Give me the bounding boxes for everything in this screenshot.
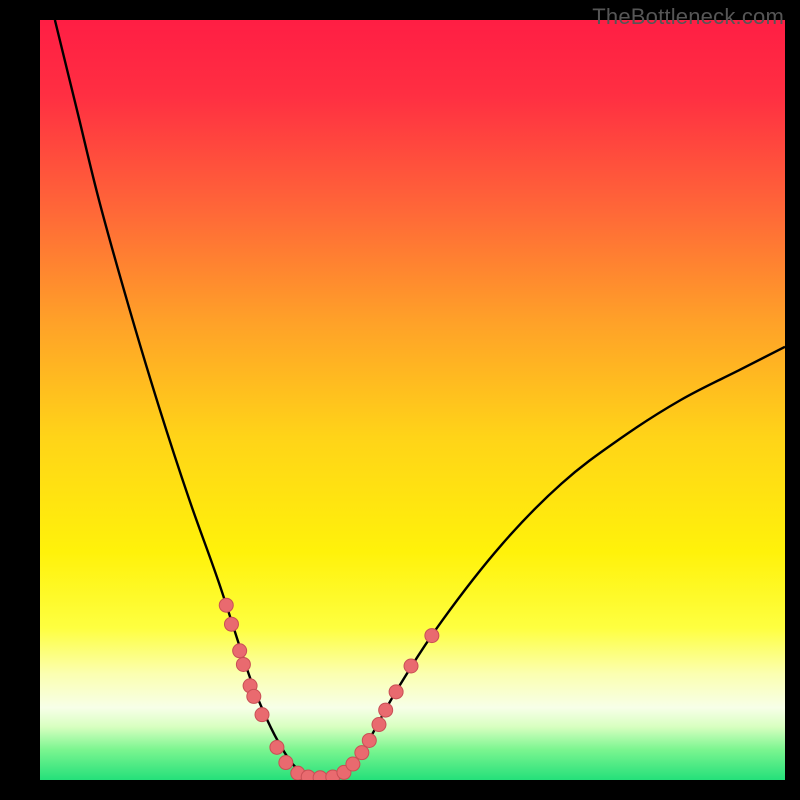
- data-marker: [425, 629, 439, 643]
- data-marker: [236, 657, 250, 671]
- plot-area: [40, 20, 785, 780]
- chart-svg: [40, 20, 785, 780]
- data-marker: [404, 659, 418, 673]
- data-marker: [219, 598, 233, 612]
- watermark-text: TheBottleneck.com: [592, 4, 784, 30]
- data-marker: [313, 771, 327, 780]
- data-marker: [355, 746, 369, 760]
- chart-frame: TheBottleneck.com: [0, 0, 800, 800]
- data-marker: [379, 703, 393, 717]
- data-marker: [270, 740, 284, 754]
- data-marker: [224, 617, 238, 631]
- data-marker: [247, 689, 261, 703]
- data-marker: [372, 718, 386, 732]
- data-marker: [346, 757, 360, 771]
- data-marker: [389, 685, 403, 699]
- data-marker: [279, 756, 293, 770]
- data-marker: [233, 644, 247, 658]
- data-marker: [362, 733, 376, 747]
- data-marker: [255, 708, 269, 722]
